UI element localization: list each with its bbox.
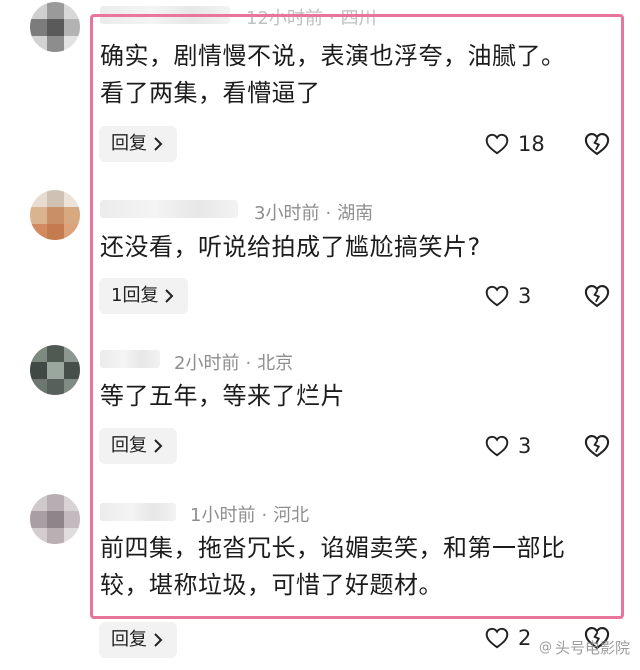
comment-line: 前四集，拖沓冗长，谄媚卖笑，和第一部比 [100, 534, 566, 562]
comment-meta: 1小时前 · 河北 [190, 501, 309, 527]
comment-text: 前四集，拖沓冗长，谄媚卖笑，和第一部比 较，堪称垃圾，可惜了好题材。 [100, 530, 605, 604]
username-blurred[interactable] [100, 200, 238, 218]
watermark: @ 头号电影院 [539, 637, 630, 658]
avatar[interactable] [30, 190, 80, 240]
chevron-right-icon [154, 137, 163, 151]
like-count: 18 [518, 132, 545, 156]
username-blurred[interactable] [100, 6, 230, 24]
chevron-right-icon [154, 633, 163, 647]
comment-location: 湖南 [337, 203, 374, 224]
comment-feed: 12小时前 · 四川 确实，剧情慢不说，表演也浮夸，油腻了。 看了两集，看懵逼了 回… [0, 0, 640, 670]
reply-label: 1回复 [111, 285, 159, 306]
like-button[interactable]: 3 [484, 428, 531, 464]
meta-separator: · [325, 203, 332, 224]
meta-separator: · [245, 353, 252, 374]
watermark-text: 头号电影院 [554, 639, 630, 657]
reply-button[interactable]: 1回复 [99, 278, 189, 314]
reply-button[interactable]: 回复 [99, 622, 177, 658]
like-count: 3 [518, 284, 532, 308]
like-button[interactable]: 18 [484, 126, 545, 162]
comment-line: 确实，剧情慢不说，表演也浮夸，油腻了。 [100, 42, 566, 70]
like-count: 2 [518, 626, 532, 650]
comment-text: 还没看，听说给拍成了尴尬搞笑片? [100, 229, 605, 266]
chevron-right-icon [154, 439, 163, 453]
avatar[interactable] [30, 494, 80, 544]
heart-outline-icon [485, 133, 509, 155]
chevron-right-icon [165, 289, 174, 303]
avatar[interactable] [30, 345, 80, 395]
comment-location: 河北 [273, 505, 310, 526]
username-blurred[interactable] [100, 350, 160, 368]
meta-separator: · [328, 8, 335, 29]
comment-location: 北京 [257, 353, 294, 374]
reply-label: 回复 [111, 435, 147, 456]
broken-heart-icon[interactable] [583, 130, 611, 158]
comment-location: 四川 [340, 8, 377, 29]
comment-line: 等了五年，等来了烂片 [100, 382, 345, 410]
comment-time: 3小时前 [254, 203, 320, 224]
reply-label: 回复 [111, 629, 147, 650]
comment-line: 较，堪称垃圾，可惜了好题材。 [100, 571, 443, 599]
meta-separator: · [261, 505, 268, 526]
reply-button[interactable]: 回复 [99, 126, 177, 162]
broken-heart-icon[interactable] [583, 432, 611, 460]
comment-time: 12小时前 [246, 8, 323, 29]
like-count: 3 [518, 434, 532, 458]
username-blurred[interactable] [100, 503, 176, 521]
watermark-icon: @ [538, 640, 552, 655]
heart-outline-icon [485, 435, 509, 457]
comment-line: 看了两集，看懵逼了 [100, 79, 321, 107]
comment-meta: 2小时前 · 北京 [174, 349, 293, 375]
heart-outline-icon [485, 627, 509, 649]
like-button[interactable]: 3 [484, 278, 531, 314]
broken-heart-icon[interactable] [583, 282, 611, 310]
avatar[interactable] [30, 2, 80, 52]
comment-text: 确实，剧情慢不说，表演也浮夸，油腻了。 看了两集，看懵逼了 [100, 38, 605, 112]
comment-meta: 3小时前 · 湖南 [254, 199, 373, 225]
reply-button[interactable]: 回复 [99, 428, 177, 464]
comment-time: 1小时前 [190, 505, 256, 526]
comment-meta: 12小时前 · 四川 [246, 4, 377, 30]
like-button[interactable]: 2 [484, 620, 531, 656]
comment-text: 等了五年，等来了烂片 [100, 378, 605, 415]
heart-outline-icon [485, 285, 509, 307]
comment-line: 还没看，听说给拍成了尴尬搞笑片? [100, 233, 481, 261]
comment-time: 2小时前 [174, 353, 240, 374]
reply-label: 回复 [111, 133, 147, 154]
